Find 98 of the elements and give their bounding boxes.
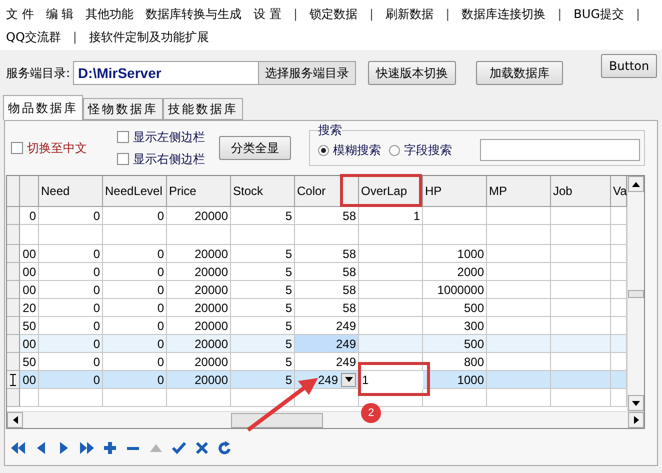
checkbox-label: 切换至中文 (27, 140, 87, 156)
navigator-button[interactable] (101, 439, 119, 457)
column-header[interactable]: Price (167, 176, 231, 207)
scroll-thumb[interactable] (231, 412, 323, 428)
menu-item[interactable]: 其他功能 (86, 7, 134, 27)
table-row[interactable]: 00 0 0 20000 5 249 500 (7, 335, 627, 353)
menu-separator: | (636, 7, 640, 23)
menu-separator: | (446, 7, 450, 23)
close-icon (194, 440, 210, 456)
column-header[interactable]: HP (423, 176, 487, 207)
menu-item[interactable]: 数据库连接切换 (462, 7, 546, 27)
column-header[interactable]: Stock (231, 176, 295, 207)
table-cell (167, 389, 231, 407)
table-cell (39, 389, 103, 407)
table-row[interactable]: 00 0 0 20000 5 58 2000 (7, 263, 627, 281)
menu-separator: | (558, 7, 562, 23)
search-field[interactable] (480, 139, 640, 161)
navigator-button[interactable] (170, 439, 188, 457)
path-field[interactable]: D:\MirServer 选择服务端目录 (73, 61, 356, 85)
last-record-icon (79, 440, 95, 456)
table-cell (551, 389, 611, 407)
column-header[interactable]: Need (39, 176, 103, 207)
column-header[interactable]: Job (551, 176, 611, 207)
scroll-right-button[interactable] (628, 412, 644, 428)
navigator-button[interactable] (193, 439, 211, 457)
scroll-left-button[interactable] (7, 412, 23, 428)
column-header[interactable]: MP (487, 176, 551, 207)
tab[interactable]: 物品数据库 (3, 95, 83, 120)
checkbox-label: 显示右侧边栏 (133, 150, 205, 168)
table-row[interactable]: 00 0 0 20000 5 58 1000000 (7, 281, 627, 299)
up-arrow-icon (632, 182, 640, 186)
table-row[interactable]: 00 0 0 20000 5 249 1 1000 (7, 371, 627, 389)
tab[interactable]: 怪物数据库 (83, 98, 163, 120)
checkbox[interactable] (117, 131, 129, 143)
table-cell (103, 389, 167, 407)
field-label: 服务端目录: (6, 64, 70, 82)
version-switch-button[interactable]: 快速版本切换 (368, 61, 456, 85)
column-header[interactable]: NeedLevel (103, 176, 167, 207)
table-row[interactable]: 50 0 0 20000 5 249 800 (7, 353, 627, 371)
menu-item[interactable]: 编 辑 (46, 7, 74, 27)
vertical-scrollbar[interactable] (627, 176, 644, 411)
caret-icon (344, 377, 352, 382)
row-header[interactable] (7, 371, 20, 389)
load-database-button[interactable]: 加载数据库 (476, 61, 564, 85)
menu-item[interactable]: 数据库转换与生成 (146, 7, 242, 27)
browse-button[interactable]: 选择服务端目录 (258, 62, 356, 84)
highlight-frame (358, 362, 430, 396)
right-arrow-icon (634, 416, 638, 424)
scroll-down-button[interactable] (628, 395, 644, 411)
text-cursor-icon (10, 374, 16, 386)
refresh-icon (217, 440, 233, 456)
radio-button[interactable] (318, 144, 329, 156)
menu-item[interactable]: 接软件定制及功能扩展 (88, 30, 209, 50)
menu-item[interactable]: 设 置 (254, 7, 282, 27)
column-header[interactable]: Va (611, 176, 627, 207)
plus-icon (102, 440, 118, 456)
radio-label: 模糊搜索 (333, 142, 381, 158)
menu-item[interactable]: QQ交流群 (6, 30, 61, 50)
scroll-thumb[interactable] (628, 290, 644, 298)
menu-separator: | (72, 30, 77, 46)
checkbox[interactable] (117, 153, 129, 165)
scroll-up-button[interactable] (628, 176, 644, 192)
group-title: 搜索 (318, 122, 342, 139)
menu-separator: | (370, 7, 374, 23)
table-row[interactable]: 20 0 0 20000 5 58 500 (7, 299, 627, 317)
navigator-button[interactable] (9, 439, 27, 457)
radio-button[interactable] (389, 144, 400, 156)
generic-button[interactable]: Button (601, 54, 658, 78)
menu-separator: | (293, 7, 298, 23)
dropdown-button[interactable] (341, 372, 356, 386)
table-cell (20, 389, 39, 407)
show-all-button[interactable]: 分类全显 (219, 136, 291, 160)
menu-item[interactable]: 文 件 (6, 7, 34, 27)
table-row[interactable]: 00 0 0 20000 5 58 1000 (7, 245, 627, 263)
menu-item[interactable]: 锁定数据 (310, 7, 358, 27)
down-arrow-icon (632, 400, 640, 406)
corner-header (7, 176, 20, 207)
menu-item[interactable]: BUG提交 (574, 7, 624, 27)
first-record-icon (10, 440, 26, 456)
column-header[interactable]: Color (295, 176, 359, 207)
table-cell (231, 389, 295, 407)
radio-label: 字段搜索 (404, 142, 452, 158)
table-cell (487, 389, 551, 407)
checkmark-icon (171, 440, 187, 456)
cell-input[interactable]: 1 (359, 371, 423, 389)
table-row[interactable] (7, 389, 627, 407)
minus-icon (127, 446, 139, 450)
table-cell: 249 (295, 335, 359, 353)
table-cell (423, 389, 487, 407)
tab[interactable]: 技能数据库 (163, 98, 243, 120)
checkbox[interactable] (11, 142, 23, 154)
menu-item[interactable]: 刷新数据 (386, 7, 434, 27)
left-arrow-icon (12, 416, 18, 424)
checkbox-label: 显示左侧边栏 (133, 128, 205, 146)
table-row[interactable]: 50 0 0 20000 5 249 300 (7, 317, 627, 335)
table-row[interactable]: 0 0 0 20000 5 58 1 (7, 207, 627, 225)
navigator-button[interactable] (78, 439, 96, 457)
column-header[interactable] (20, 176, 39, 207)
